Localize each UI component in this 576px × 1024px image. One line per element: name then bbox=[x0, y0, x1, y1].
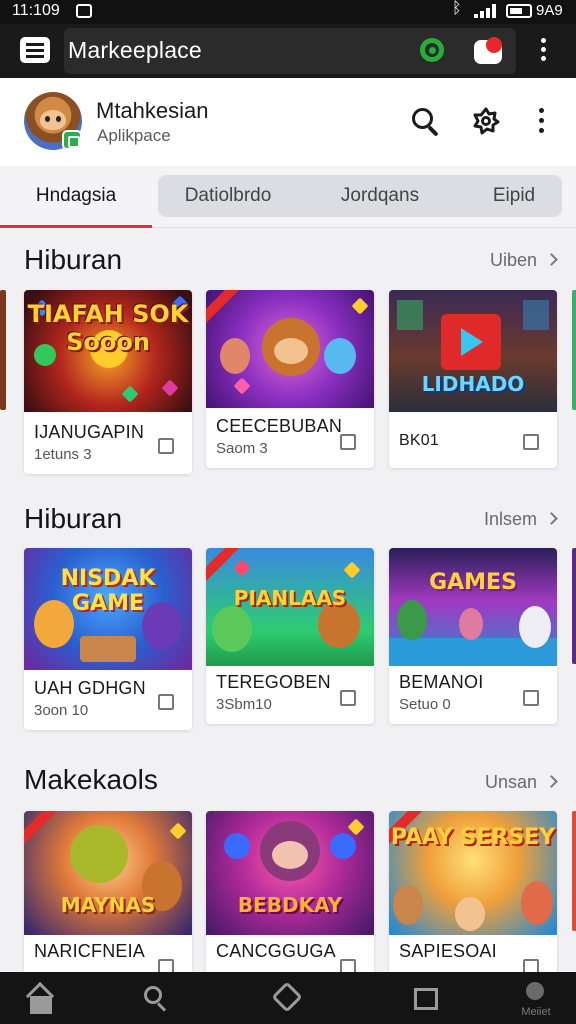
card-checkbox[interactable] bbox=[523, 690, 539, 706]
tab-datiolbrdo[interactable]: Datiolbrdo bbox=[158, 166, 298, 226]
game-card[interactable]: MAYNAS NARICFNEIA bbox=[24, 811, 192, 981]
section-title: Hiburan bbox=[24, 244, 123, 275]
card-edge bbox=[0, 290, 6, 410]
chevron-right-icon bbox=[545, 512, 558, 525]
game-logo-text: MAYNAS bbox=[60, 893, 156, 917]
game-thumbnail bbox=[206, 290, 374, 408]
card-title: NARICFNEIA bbox=[34, 941, 146, 961]
top-toolbar: Markeeplace bbox=[0, 24, 576, 78]
status-bar: 11:109 ᛒ 9A9 bbox=[0, 0, 576, 24]
card-title: SAPIESOAI bbox=[399, 941, 497, 961]
game-logo-text: TIAFAH SOK Sooon bbox=[27, 300, 189, 356]
card-checkbox[interactable] bbox=[340, 690, 356, 706]
game-thumbnail: BEBDKAY bbox=[206, 811, 374, 935]
game-card[interactable]: LIDHADO BK01 bbox=[389, 290, 557, 468]
app-name: Mtahkesian bbox=[96, 98, 209, 123]
game-logo-text: NISDAK GAME bbox=[60, 566, 156, 616]
card-checkbox[interactable] bbox=[340, 434, 356, 450]
tab-eipid[interactable]: Eipid bbox=[460, 166, 568, 226]
game-thumbnail: LIDHADO bbox=[389, 290, 557, 412]
card-subtitle: 1etuns 3 bbox=[34, 446, 92, 463]
card-title: BK01 bbox=[399, 432, 439, 449]
game-logo-text: LIDHADO bbox=[421, 372, 525, 396]
shop-badge-icon bbox=[62, 130, 82, 150]
card-subtitle: Setuo 0 bbox=[399, 696, 451, 713]
see-all-link[interactable]: Uiben bbox=[489, 250, 558, 271]
tab-hndagsia[interactable]: Hndagsia bbox=[0, 166, 152, 226]
game-thumbnail: PAAY SERSEY bbox=[389, 811, 557, 935]
see-all-link[interactable]: Unsan bbox=[484, 772, 558, 793]
gear-icon[interactable] bbox=[471, 106, 501, 136]
card-title: CEECEBUBAN bbox=[216, 416, 343, 436]
see-all-label: Inlsem bbox=[483, 509, 537, 529]
search-icon[interactable] bbox=[410, 106, 440, 137]
compass-icon[interactable] bbox=[258, 972, 318, 1024]
profile-icon[interactable]: Meiiet bbox=[506, 972, 566, 1024]
bottom-navigation: Meiiet bbox=[0, 972, 576, 1024]
section-title: Hiburan bbox=[24, 503, 123, 534]
game-card[interactable]: PIANLAAS TEREGOBEN 3Sbm10 bbox=[206, 548, 374, 724]
game-card[interactable]: PAAY SERSEY SAPIESOAI bbox=[389, 811, 557, 981]
overflow-menu-icon[interactable] bbox=[536, 38, 550, 64]
app-menu-icon[interactable] bbox=[534, 108, 548, 136]
battery-level: 9A9 bbox=[536, 2, 563, 19]
card-title: UAH GDHGN bbox=[34, 678, 146, 698]
card-checkbox[interactable] bbox=[158, 438, 174, 454]
game-logo-text: BEBDKAY bbox=[237, 893, 343, 917]
card-checkbox[interactable] bbox=[523, 434, 539, 450]
card-title: BEMANOI bbox=[399, 672, 484, 692]
record-icon[interactable] bbox=[474, 37, 502, 64]
tab-bar: Hndagsia Datiolbrdo Jordqans Eipid bbox=[0, 166, 576, 228]
game-card[interactable]: GAMES BEMANOI Setuo 0 bbox=[389, 548, 557, 724]
app-subtitle: Aplikpace bbox=[97, 126, 171, 145]
game-card[interactable]: CEECEBUBAN Saom 3 bbox=[206, 290, 374, 468]
game-logo-text: GAMES bbox=[429, 570, 517, 595]
app-root: 11:109 ᛒ 9A9 Markeeplace Mtahkesian Apli… bbox=[0, 0, 576, 1024]
card-edge bbox=[572, 811, 576, 931]
card-title: TEREGOBEN bbox=[216, 672, 331, 692]
green-target-icon[interactable] bbox=[418, 36, 448, 66]
tab-jordqans[interactable]: Jordqans bbox=[310, 166, 450, 226]
game-thumbnail: NISDAK GAME bbox=[24, 548, 192, 670]
title-bar[interactable]: Markeeplace bbox=[64, 28, 516, 74]
card-subtitle: 3Sbm10 bbox=[216, 696, 272, 713]
card-subtitle: Saom 3 bbox=[216, 440, 268, 457]
app-header: Mtahkesian Aplikpace bbox=[0, 78, 576, 166]
game-card[interactable]: BEBDKAY CANCGGUGA bbox=[206, 811, 374, 981]
card-checkbox[interactable] bbox=[158, 694, 174, 710]
section-title: Makekaols bbox=[24, 764, 158, 795]
card-title: IJANUGAPIN bbox=[34, 422, 145, 442]
chevron-right-icon bbox=[545, 775, 558, 788]
home-icon[interactable] bbox=[14, 972, 74, 1024]
status-time: 11:109 bbox=[12, 2, 60, 19]
nav-search-icon[interactable] bbox=[124, 972, 184, 1024]
see-all-label: Uiben bbox=[489, 250, 537, 270]
see-all-label: Unsan bbox=[484, 772, 537, 792]
game-thumbnail: GAMES bbox=[389, 548, 557, 666]
card-edge bbox=[572, 548, 576, 664]
card-title: CANCGGUGA bbox=[216, 941, 336, 961]
active-tab-indicator bbox=[0, 225, 152, 228]
chevron-right-icon bbox=[545, 253, 558, 266]
recents-square-icon[interactable] bbox=[398, 972, 458, 1024]
game-thumbnail: PIANLAAS bbox=[206, 548, 374, 666]
toolbar-title: Markeeplace bbox=[68, 37, 202, 63]
game-card[interactable]: NISDAK GAME UAH GDHGN 3oon 10 bbox=[24, 548, 192, 730]
game-logo-text: PIANLAAS bbox=[233, 586, 347, 610]
notification-icon bbox=[76, 4, 92, 18]
card-subtitle: 3oon 10 bbox=[34, 702, 89, 719]
battery-icon bbox=[506, 4, 532, 18]
app-avatar[interactable] bbox=[24, 92, 82, 150]
game-logo-text: PAAY SERSEY bbox=[390, 825, 556, 850]
card-edge bbox=[572, 290, 576, 410]
profile-label: Meiiet bbox=[521, 1006, 551, 1018]
see-all-link[interactable]: Inlsem bbox=[483, 509, 558, 530]
signal-icon bbox=[474, 4, 498, 18]
hamburger-menu-icon[interactable] bbox=[20, 37, 50, 63]
game-thumbnail: TIAFAH SOK Sooon bbox=[24, 290, 192, 412]
game-card[interactable]: TIAFAH SOK Sooon IJANUGAPIN 1etuns 3 bbox=[24, 290, 192, 474]
bluetooth-icon: ᛒ bbox=[452, 0, 462, 17]
game-thumbnail: MAYNAS bbox=[24, 811, 192, 935]
